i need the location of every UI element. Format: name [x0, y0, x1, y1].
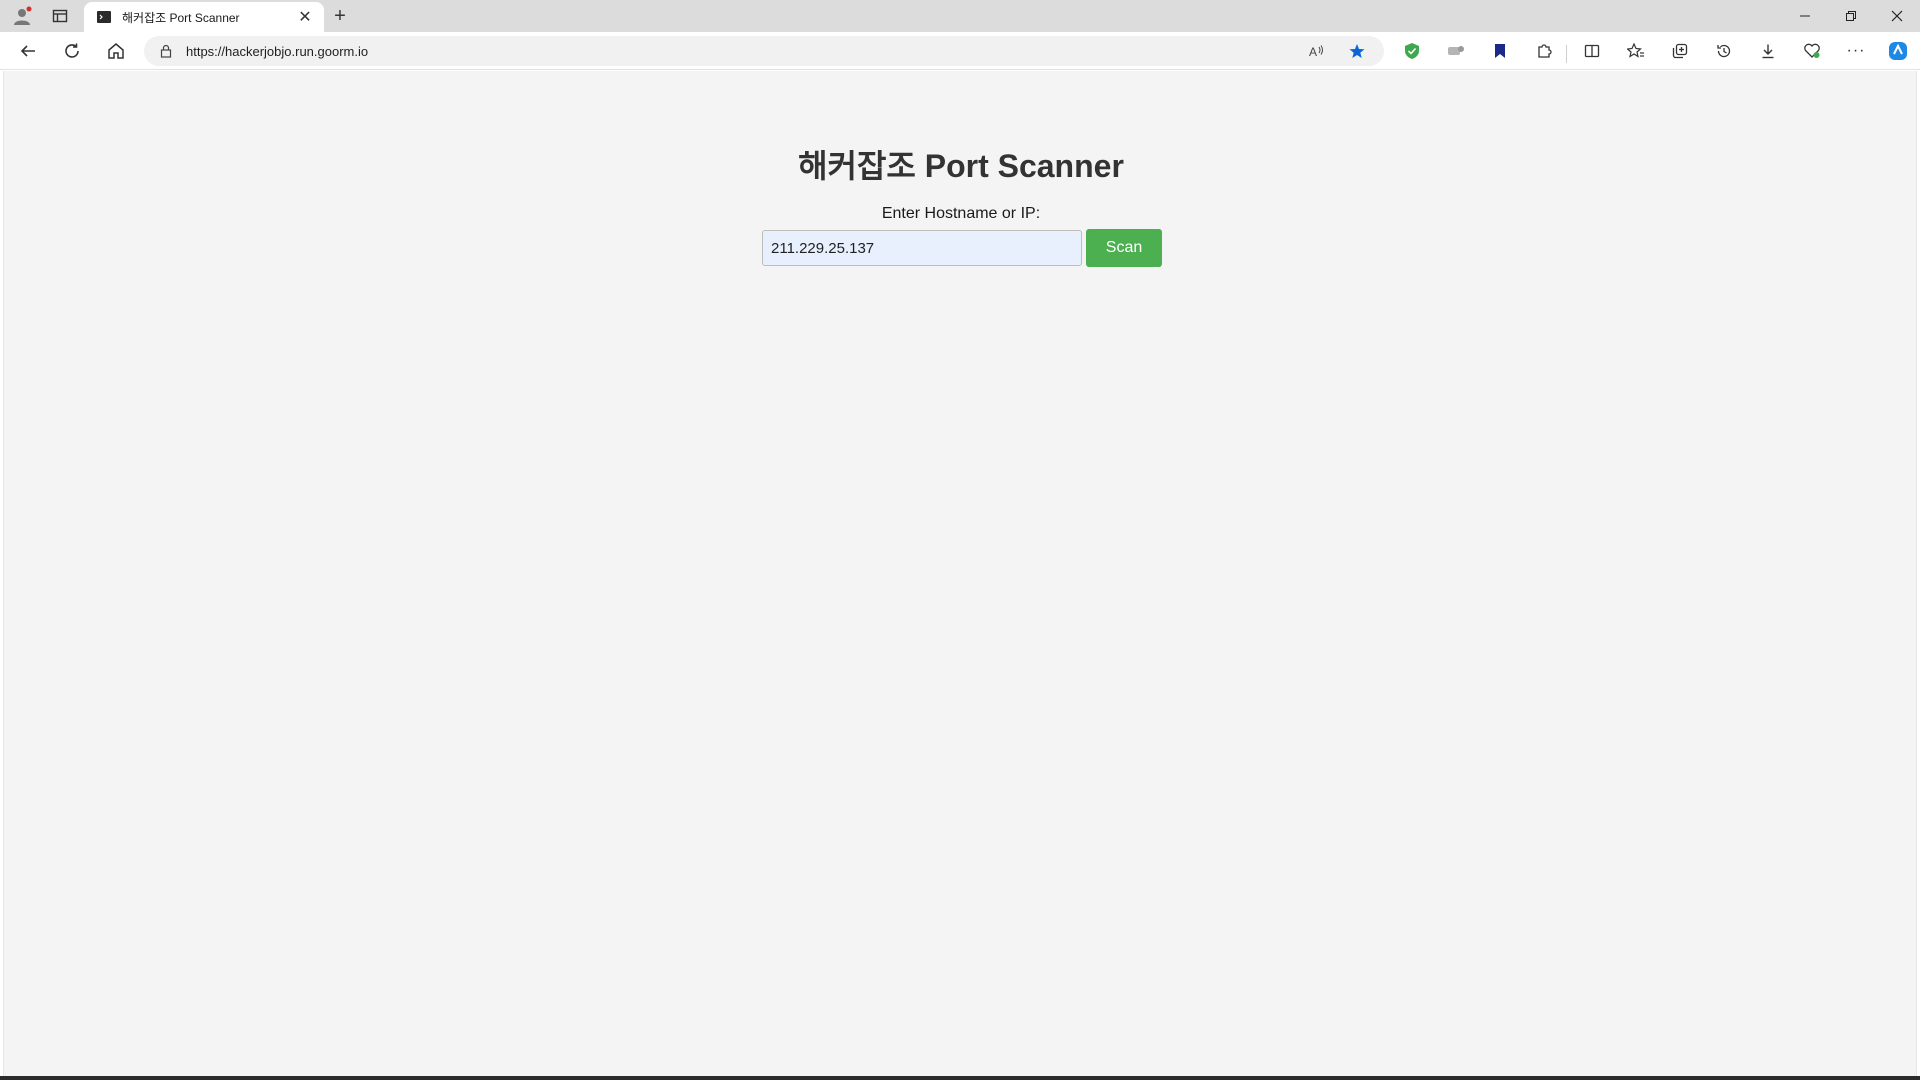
minimize-icon[interactable] [1782, 0, 1828, 32]
hostname-input[interactable] [762, 230, 1082, 266]
favorite-star-icon[interactable] [1344, 40, 1370, 62]
tab-close-icon[interactable]: ✕ [296, 8, 314, 26]
shield-extension-icon[interactable] [1396, 37, 1428, 65]
url-text: https://hackerjobjo.run.goorm.io [186, 43, 369, 59]
lock-icon[interactable] [158, 43, 174, 59]
terminal-favicon-icon [96, 9, 112, 25]
extension-icon-gray[interactable] [1440, 37, 1472, 65]
downloads-icon[interactable] [1752, 37, 1784, 65]
address-bar[interactable]: https://hackerjobjo.run.goorm.io A [144, 36, 1384, 66]
window-bottom-edge [0, 1076, 1920, 1080]
restore-icon[interactable] [1828, 0, 1874, 32]
back-arrow-icon[interactable] [12, 37, 44, 65]
copilot-icon[interactable] [1882, 37, 1914, 65]
read-aloud-icon[interactable]: A [1304, 40, 1330, 62]
new-tab-button[interactable]: + [326, 4, 354, 28]
split-screen-icon[interactable] [1576, 37, 1608, 65]
scan-button[interactable]: Scan [1086, 229, 1162, 267]
more-options-icon[interactable]: ··· [1840, 37, 1872, 65]
history-icon[interactable] [1708, 37, 1740, 65]
browser-toolbar: https://hackerjobjo.run.goorm.io A ··· [0, 32, 1920, 70]
bookmark-extension-icon[interactable] [1484, 37, 1516, 65]
page-title: 해커잡조 Port Scanner [798, 148, 1124, 184]
page-viewport: 해커잡조 Port Scanner Enter Hostname or IP: … [3, 71, 1917, 1076]
home-icon[interactable] [100, 37, 132, 65]
tab-port-scanner[interactable]: 해커잡조 Port Scanner ✕ [84, 2, 324, 32]
tab-actions-icon[interactable] [46, 4, 74, 28]
extensions-puzzle-icon[interactable] [1528, 37, 1560, 65]
profile-icon[interactable] [8, 4, 36, 28]
collections-icon[interactable] [1664, 37, 1696, 65]
hostname-label: Enter Hostname or IP: [881, 205, 1041, 222]
close-window-icon[interactable] [1874, 0, 1920, 32]
svg-text:A: A [1309, 45, 1317, 58]
tab-title: 해커잡조 Port Scanner [122, 10, 240, 25]
performance-heart-icon[interactable] [1796, 37, 1828, 65]
favorites-icon[interactable] [1620, 37, 1652, 65]
refresh-icon[interactable] [56, 37, 88, 65]
browser-tab-bar: 해커잡조 Port Scanner ✕ + [0, 0, 1920, 32]
